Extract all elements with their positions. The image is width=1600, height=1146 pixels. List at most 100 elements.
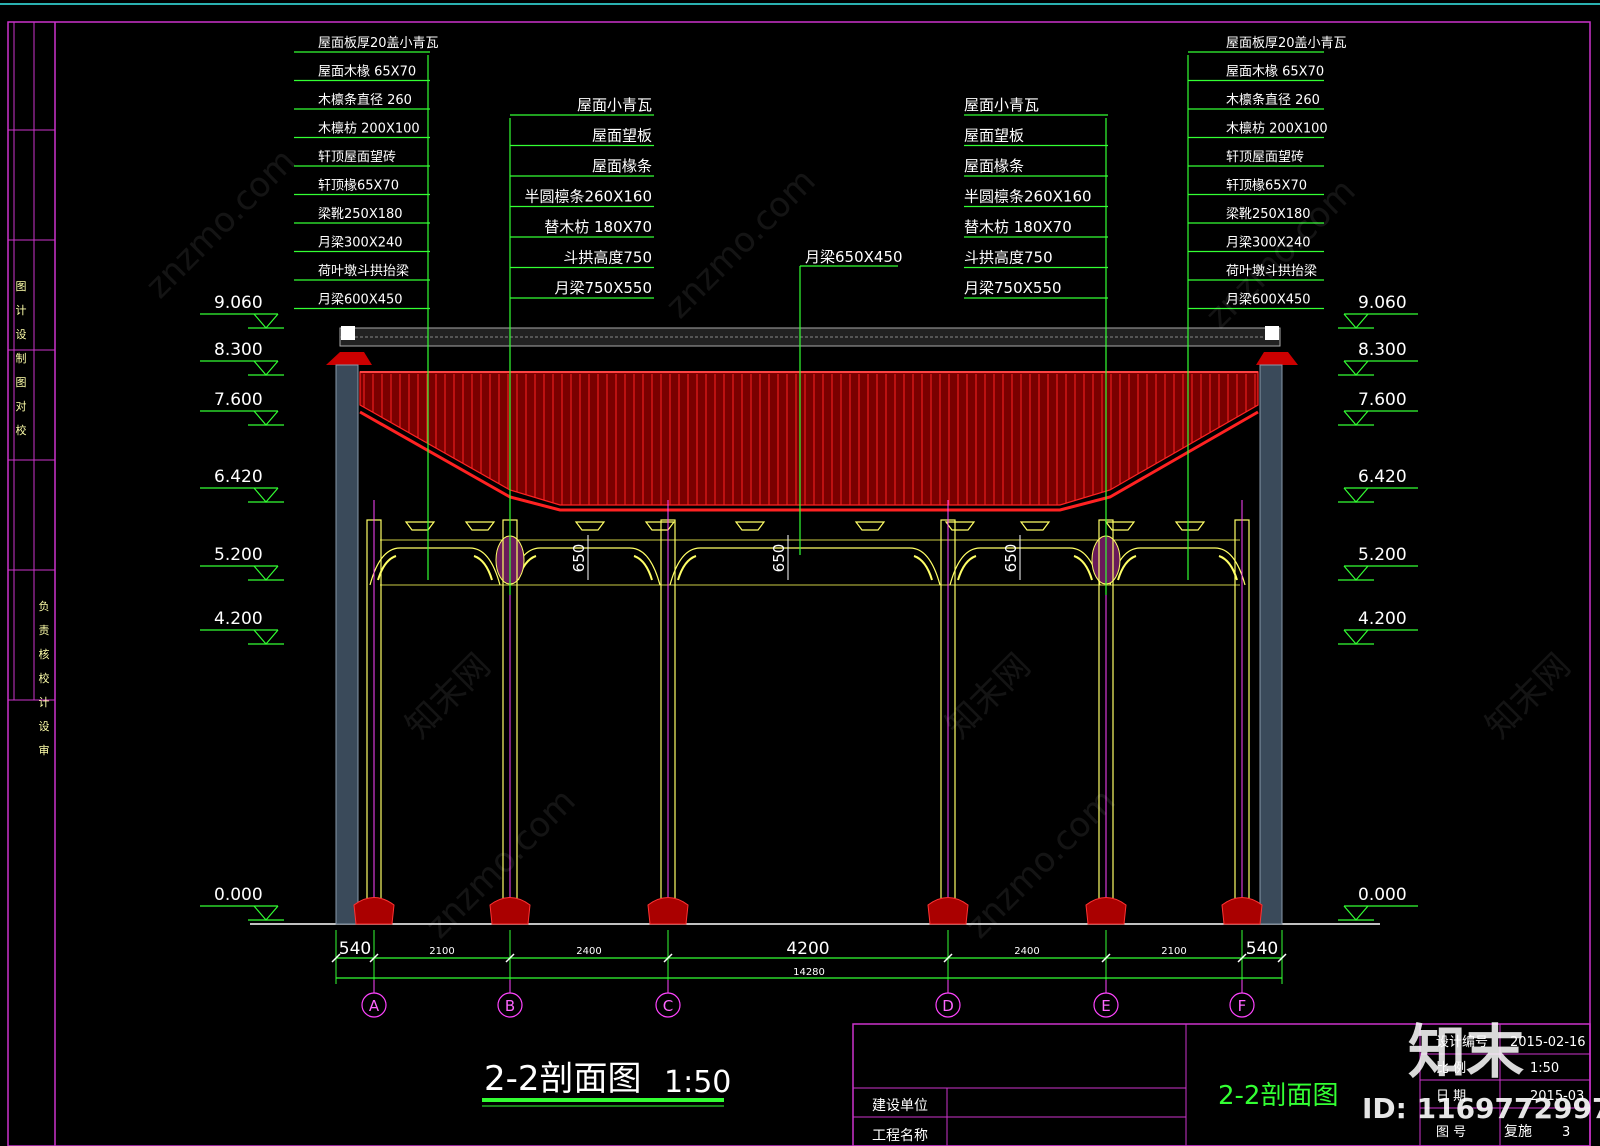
material-label: 屋面板厚20盖小青瓦: [318, 36, 439, 51]
axis-label: B: [505, 997, 515, 1015]
elevation-value: 6.420: [1358, 467, 1407, 487]
watermark-site-3: znzmo.com: [1198, 171, 1363, 336]
dimension-value: 2400: [1014, 946, 1039, 957]
material-label: 轩顶屋面望砖: [318, 149, 396, 165]
elevation-triangle: [1343, 360, 1369, 376]
elevation-triangle: [1343, 565, 1369, 581]
dimension-chain: 540 2100 2400 4200 2400 2100 540 14280: [331, 930, 1287, 984]
elevation-markers-right: 9.060 8.300 7.600 6.420 5.200 4.200 0.000: [1338, 293, 1418, 921]
moon-beam-arch: [369, 547, 501, 586]
column-base-plinth: [647, 897, 689, 925]
watermark-brand-cn-2: 知末网: [938, 646, 1038, 746]
material-label: 屋面木椽 65X70: [318, 65, 416, 80]
dougong-bracket: [404, 521, 436, 531]
watermark-site-2: znzmo.com: [658, 161, 823, 326]
strip-label: 校: [16, 423, 27, 437]
elevation-triangle: [253, 410, 279, 426]
material-label: 轩顶屋面望砖: [1226, 149, 1304, 165]
axis-label: E: [1101, 997, 1110, 1015]
left-outer-label-stack: 屋面板厚20盖小青瓦屋面木椽 65X70 木檩条直径 260 木檩枋 200X100…: [294, 36, 439, 310]
column-base-plinth: [1221, 897, 1263, 925]
drawing-title: 2-2剖面图: [484, 1059, 642, 1099]
material-label: 屋面椽条: [592, 157, 652, 175]
elevation-value: 0.000: [214, 885, 263, 905]
column-base-plinth: [353, 897, 395, 925]
label-leaders: [427, 55, 1189, 595]
grid-axes: A B C D E F: [361, 980, 1255, 1018]
material-label: 屋面椽条: [964, 157, 1024, 175]
elevation-triangle: [253, 360, 279, 376]
dougong-bracket: [1104, 521, 1136, 531]
material-label: 月梁300X240: [318, 236, 403, 251]
material-label: 屋面木椽 65X70: [1226, 65, 1324, 80]
elevation-triangle: [1343, 629, 1369, 645]
elevation-triangle: [253, 487, 279, 503]
strip-label: 计: [16, 304, 27, 317]
dimension-value: 2100: [429, 946, 454, 957]
elevation-triangle: [253, 905, 279, 921]
beam-height-value: 650: [570, 544, 588, 573]
elevation-value: 9.060: [214, 293, 263, 313]
material-label: 月梁750X550: [964, 279, 1062, 297]
strip-label: 制: [16, 352, 27, 365]
strip-label: 设: [16, 328, 27, 341]
drawing-scale: 1:50: [664, 1065, 731, 1100]
building-structure: [250, 326, 1380, 925]
watermark-brand-cn-3: 知末网: [1478, 646, 1578, 746]
beam-height-value: 650: [1002, 544, 1020, 573]
moon-beam-arch: [949, 547, 1101, 586]
title-block-client-label: 建设单位: [872, 1098, 928, 1114]
dougong-bracket: [574, 521, 606, 531]
axis-label: D: [942, 997, 954, 1015]
elevation-value: 5.200: [1358, 545, 1407, 565]
title-block-drawing-name: 2-2剖面图: [1218, 1081, 1338, 1111]
strip-label: 核: [39, 647, 50, 661]
title-block-drawing-no-label: 图 号: [1436, 1125, 1466, 1140]
material-label: 斗拱高度750: [964, 249, 1053, 267]
watermark-id: ID: 1169772997: [1362, 1092, 1600, 1125]
strip-label: 计: [39, 696, 50, 709]
dougong-bracket: [644, 521, 676, 531]
axis-label: F: [1238, 997, 1247, 1015]
dimension-value: 540: [339, 939, 371, 959]
material-label: 半圆檩条260X160: [964, 188, 1092, 206]
elevation-value: 8.300: [214, 340, 263, 360]
axis-label: A: [369, 997, 380, 1015]
dougong-bracket: [854, 521, 886, 531]
dougong-bracket: [1019, 521, 1051, 531]
watermark-brand-cn-1: 知末网: [398, 646, 498, 746]
watermark-brand: 知末: [1408, 1018, 1524, 1086]
elevation-triangle: [1343, 410, 1369, 426]
material-label: 屋面小青瓦: [964, 96, 1039, 114]
strip-label: 责: [39, 624, 50, 637]
dimension-value: 2100: [1161, 946, 1186, 957]
moon-beam-arches: [369, 521, 1246, 586]
material-label: 半圆檩条260X160: [524, 188, 652, 206]
strip-label: 图: [16, 376, 27, 389]
dougong-bracket: [944, 521, 976, 531]
dimension-value: 4200: [786, 939, 829, 959]
strip-label: 审: [39, 743, 50, 757]
material-label: 屋面望板: [964, 127, 1024, 145]
dimension-value: 2400: [576, 946, 601, 957]
beam-height-value: 650: [770, 544, 788, 573]
elevation-triangle: [1343, 313, 1369, 329]
center-beam-label: 月梁650X450: [805, 248, 903, 266]
dimension-total: 14280: [793, 967, 825, 978]
elevation-value: 0.000: [1358, 885, 1407, 905]
section-drawing: 图计设制图对校负责核校计设审 屋面板厚20盖小青瓦屋面木椽 65X70木檩条直径…: [0, 3, 1600, 1146]
elevation-value: 6.420: [214, 467, 263, 487]
material-label: 轩顶椽65X70: [1226, 179, 1307, 194]
dougong-bracket: [1174, 521, 1206, 531]
elevation-triangle: [1343, 905, 1369, 921]
material-label: 轩顶椽65X70: [318, 179, 399, 194]
material-label: 梁靴250X180: [318, 207, 403, 222]
elevation-triangle: [253, 629, 279, 645]
material-label: 月梁600X450: [318, 293, 403, 308]
dougong-bracket: [464, 521, 496, 531]
material-label: 屋面望板: [592, 127, 652, 145]
title-block-project-label: 工程名称: [872, 1128, 928, 1144]
material-label: 月梁750X550: [554, 279, 652, 297]
dimension-value: 540: [1246, 939, 1278, 959]
moon-beam-arch: [669, 547, 941, 586]
